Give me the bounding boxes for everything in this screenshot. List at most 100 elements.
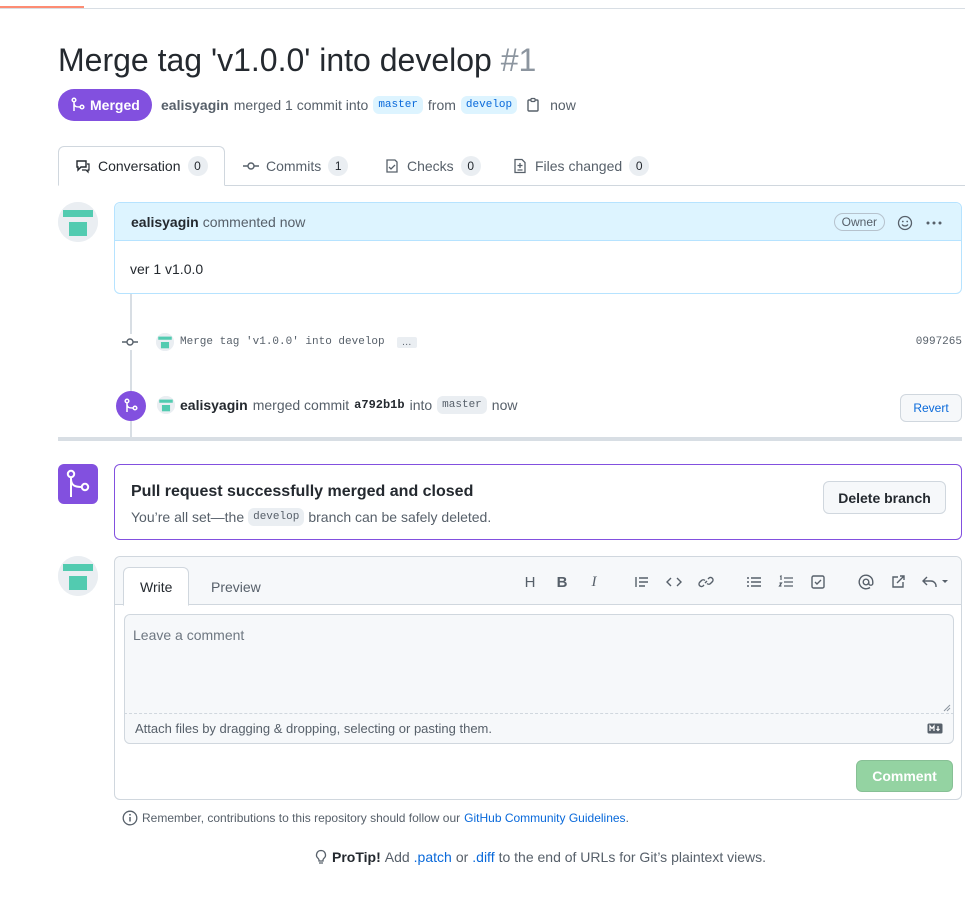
commit-icon (243, 162, 259, 170)
pr-title: Merge tag 'v1.0.0' into develop (58, 42, 492, 78)
merged-state-badge: Merged (58, 89, 152, 121)
commit-sha[interactable]: 0997265 (916, 336, 962, 348)
file-diff-icon (514, 158, 526, 174)
info-icon (122, 810, 138, 826)
merge-commit-sha[interactable]: a792b1b (354, 398, 404, 412)
merge-author[interactable]: ealisyagin (180, 397, 248, 413)
tab-counter: 0 (629, 156, 650, 176)
into-text: into (409, 397, 433, 413)
page-title: Merge tag 'v1.0.0' into develop #1 (58, 42, 536, 79)
owner-badge: Owner (833, 213, 885, 231)
merge-status-subtitle: You’re all set—the develop branch can be… (131, 508, 491, 526)
protip-label: ProTip! (332, 849, 381, 865)
comment-editor: Write Preview H B I Leave a comment Atta… (114, 556, 962, 800)
community-guidelines-link[interactable]: GitHub Community Guidelines (464, 811, 625, 825)
smiley-icon[interactable] (897, 215, 913, 231)
identicon-icon (58, 556, 98, 596)
from-text: from (427, 97, 456, 113)
comment-textarea[interactable]: Leave a comment (124, 614, 954, 714)
head-branch[interactable]: develop (460, 96, 518, 114)
commit-message[interactable]: Merge tag 'v1.0.0' into develop (180, 336, 385, 348)
avatar[interactable] (58, 202, 98, 242)
time-text: now (550, 97, 576, 113)
top-divider (0, 8, 965, 9)
expand-commit-button[interactable]: … (396, 336, 417, 348)
kebab-icon[interactable] (925, 215, 943, 231)
tasklist-icon[interactable] (809, 573, 827, 591)
tab-label: Commits (266, 158, 322, 174)
timeline-separator (58, 437, 962, 441)
tab-commits[interactable]: Commits 1 (227, 146, 364, 186)
quote-icon[interactable] (633, 573, 651, 591)
merge-text: merged commit (252, 397, 350, 413)
tab-conversation[interactable]: Conversation 0 (58, 146, 225, 186)
guidelines-note: Remember, contributions to this reposito… (122, 810, 629, 826)
current-user-avatar[interactable] (58, 556, 98, 596)
deletable-branch[interactable]: develop (248, 508, 305, 526)
remember-suffix: . (625, 811, 629, 825)
merge-sub-suffix: branch can be safely deleted. (308, 509, 492, 525)
heading-icon[interactable]: H (521, 573, 539, 591)
ordered-list-icon[interactable] (777, 573, 795, 591)
merged-event-badge (116, 391, 146, 421)
tab-counter: 1 (328, 156, 349, 176)
protip-add: Add (384, 849, 410, 865)
tab-counter: 0 (187, 156, 208, 176)
pr-number: #1 (500, 42, 537, 78)
merged-event: ealisyagin merged commit a792b1b into ma… (157, 396, 517, 414)
merge-author-avatar[interactable] (157, 396, 175, 414)
remember-prefix: Remember, contributions to this reposito… (142, 811, 461, 825)
comment-header: ealisyagin commented now Owner (115, 203, 961, 241)
tab-label: Checks (407, 158, 454, 174)
delete-branch-button[interactable]: Delete branch (823, 481, 946, 514)
unordered-list-icon[interactable] (745, 573, 763, 591)
merge-sub-prefix: You’re all set—the (131, 509, 245, 525)
merge-icon (71, 97, 85, 111)
editor-toolbar: Write Preview H B I (115, 557, 961, 606)
resize-handle-icon[interactable] (943, 704, 951, 712)
protip-or: or (455, 849, 469, 865)
identicon-icon (58, 202, 98, 242)
protip-rest: to the end of URLs for Git’s plaintext v… (498, 849, 766, 865)
tab-checks[interactable]: Checks 0 (368, 146, 497, 186)
copy-icon[interactable] (525, 97, 541, 113)
comment-author[interactable]: ealisyagin (131, 214, 199, 230)
checklist-icon (386, 159, 398, 173)
link-icon[interactable] (697, 573, 715, 591)
commit-icon (120, 334, 140, 350)
merge-status-box: Pull request successfully merged and clo… (114, 464, 962, 540)
merge-icon (124, 398, 138, 412)
italic-icon[interactable]: I (585, 573, 603, 591)
diff-link[interactable]: .diff (472, 849, 494, 865)
cross-reference-icon[interactable] (889, 573, 907, 591)
protip: ProTip! Add .patch or .diff to the end o… (314, 849, 766, 865)
merge-status-icon (58, 464, 98, 504)
lightbulb-icon (315, 849, 327, 864)
tab-write[interactable]: Write (123, 567, 190, 606)
comment-placeholder: Leave a comment (133, 627, 245, 643)
merge-target-branch[interactable]: master (437, 396, 487, 414)
saved-replies-icon[interactable] (921, 573, 951, 591)
comment-icon (76, 160, 90, 174)
top-nav-accent (0, 6, 84, 8)
bold-icon[interactable]: B (553, 573, 571, 591)
commit-author-avatar[interactable] (156, 333, 174, 351)
comment-action: commented now (202, 213, 306, 230)
mention-icon[interactable] (857, 573, 875, 591)
patch-link[interactable]: .patch (414, 849, 452, 865)
comment-box: ealisyagin commented now Owner ver 1 v1.… (114, 202, 962, 294)
tab-preview[interactable]: Preview (195, 567, 277, 606)
attach-text: Attach files by dragging & dropping, sel… (135, 721, 492, 736)
tab-files-changed[interactable]: Files changed 0 (496, 146, 665, 186)
attach-files-area[interactable]: Attach files by dragging & dropping, sel… (124, 713, 954, 744)
code-icon[interactable] (665, 573, 683, 591)
markdown-icon[interactable] (927, 723, 943, 734)
pr-meta: ealisyagin merged 1 commit into master f… (161, 96, 576, 114)
commit-item: Merge tag 'v1.0.0' into develop … 099726… (120, 332, 962, 352)
state-label: Merged (90, 97, 140, 113)
author-link[interactable]: ealisyagin (161, 97, 229, 113)
revert-button[interactable]: Revert (900, 394, 962, 422)
comment-submit-button[interactable]: Comment (856, 760, 953, 792)
merge-time: now (491, 397, 518, 413)
base-branch[interactable]: master (373, 96, 423, 114)
